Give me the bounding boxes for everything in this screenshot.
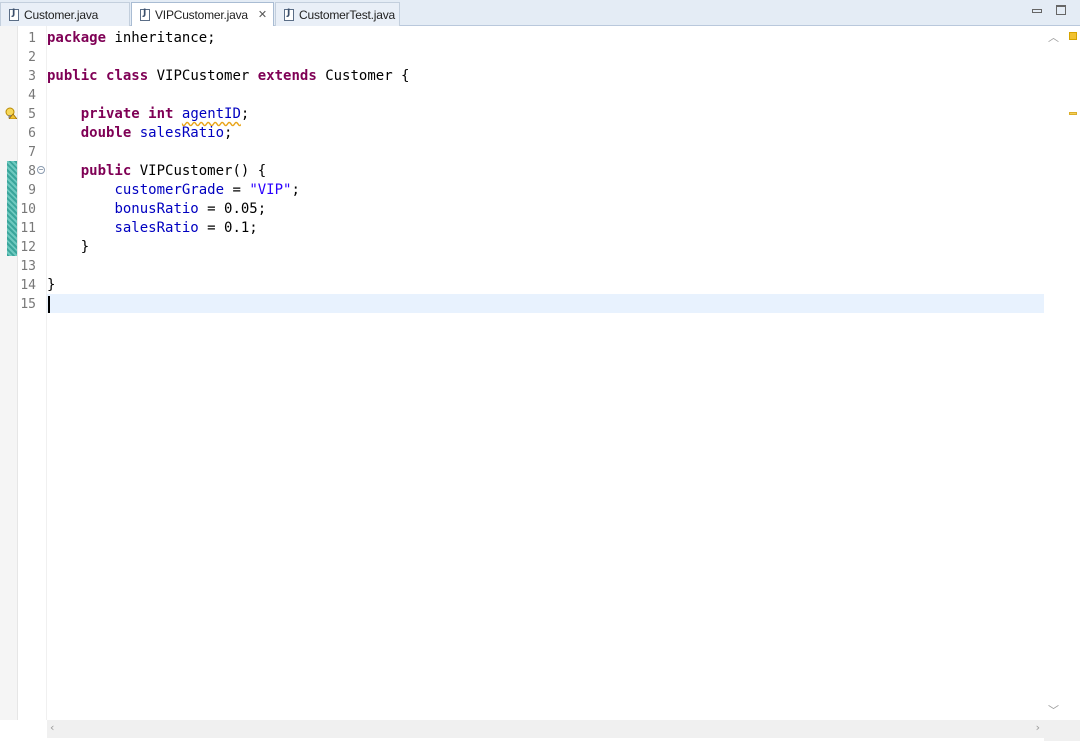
java-file-icon	[9, 8, 19, 21]
line-number: 10	[20, 202, 36, 217]
java-file-icon	[284, 8, 294, 21]
line-number: 6	[28, 126, 36, 141]
code-text[interactable]: package inheritance; public class VIPCus…	[47, 26, 1044, 720]
line-number: 11	[20, 221, 36, 236]
warning-summary-icon[interactable]	[1069, 32, 1077, 40]
tab-customertest-java[interactable]: CustomerTest.java	[275, 2, 400, 26]
line-number: 5	[28, 107, 36, 122]
java-file-icon	[140, 8, 150, 21]
tab-vipcustomer-java[interactable]: VIPCustomer.java ✕	[131, 2, 274, 27]
line-number-ruler: 1 2 3 4 5 6 7 8 9 10 11 12 13 14 15	[18, 26, 47, 720]
tab-label: Customer.java	[24, 7, 99, 22]
scroll-up-icon[interactable]: ︿	[1048, 29, 1059, 45]
tab-label: VIPCustomer.java	[155, 7, 248, 22]
line-number: 3	[28, 69, 36, 84]
line-number: 8	[28, 164, 36, 179]
scroll-right-icon[interactable]: ›	[1036, 721, 1040, 734]
code-line-10: bonusRatio = 0.05;	[114, 201, 267, 217]
code-line-3: public class VIPCustomer extends Custome…	[47, 68, 410, 84]
warning-lightbulb-icon[interactable]	[5, 107, 17, 119]
editor-tab-bar: Customer.java VIPCustomer.java ✕ Custome…	[0, 0, 1080, 27]
line-number: 12	[20, 240, 36, 255]
vertical-scrollbar[interactable]: ︿ ﹀	[1045, 26, 1063, 720]
code-line-9: customerGrade = "VIP";	[114, 182, 300, 198]
scroll-down-icon[interactable]: ﹀	[1048, 702, 1059, 718]
scrollbar-corner	[1044, 720, 1080, 741]
line-number: 4	[28, 88, 36, 103]
fold-collapse-icon[interactable]: −	[37, 166, 45, 174]
maximize-icon[interactable]	[1056, 5, 1066, 15]
text-caret	[48, 296, 50, 313]
code-line-6: double salesRatio;	[80, 125, 233, 141]
annotation-ruler	[0, 26, 18, 720]
code-line-14: }	[47, 277, 56, 293]
tab-label: CustomerTest.java	[299, 7, 395, 22]
line-number: 9	[28, 183, 36, 198]
line-number: 13	[20, 259, 36, 274]
code-line-1: package inheritance;	[47, 30, 216, 46]
tab-customer-java[interactable]: Customer.java	[0, 2, 130, 26]
close-icon[interactable]: ✕	[258, 8, 267, 21]
code-editor[interactable]: 1 2 3 4 5 6 7 8 9 10 11 12 13 14 15 − pa…	[0, 26, 1080, 741]
code-line-5: private int agentID;	[80, 106, 250, 122]
window-controls	[1032, 5, 1066, 15]
scroll-left-icon[interactable]: ‹	[50, 721, 54, 734]
line-number: 7	[28, 145, 36, 160]
overview-warning-marker[interactable]	[1069, 112, 1077, 115]
code-line-11: salesRatio = 0.1;	[114, 220, 258, 236]
code-line-8: public VIPCustomer() {	[80, 163, 267, 179]
code-line-12: }	[80, 239, 90, 255]
line-number: 15	[20, 297, 36, 312]
line-number: 2	[28, 50, 36, 65]
line-number: 1	[28, 31, 36, 46]
horizontal-scrollbar[interactable]: ‹ ›	[47, 720, 1044, 738]
line-number: 14	[20, 278, 36, 293]
minimize-icon[interactable]	[1032, 9, 1042, 13]
quick-diff-change-bar	[7, 161, 17, 256]
